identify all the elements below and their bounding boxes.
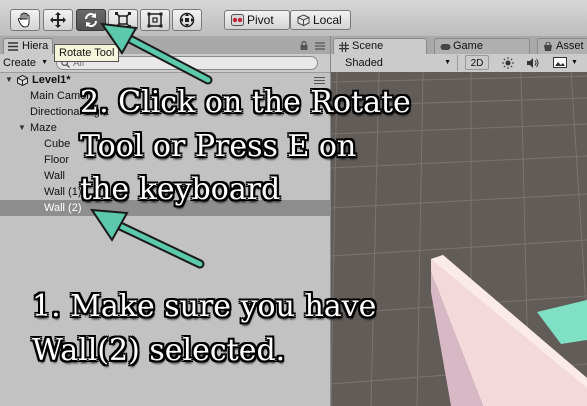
step2-line2: Tool or Press E on (80, 129, 357, 164)
arrow-to-wall-2 (90, 208, 205, 269)
arrow-to-rotate-tool (99, 22, 213, 85)
step2-line3: the keyboard (80, 172, 281, 207)
step1-line2: Wall(2) selected. (32, 333, 286, 368)
step1-line1: 1. Make sure you have (32, 289, 377, 324)
step2-line1: 2. Click on the Rotate (80, 85, 411, 120)
